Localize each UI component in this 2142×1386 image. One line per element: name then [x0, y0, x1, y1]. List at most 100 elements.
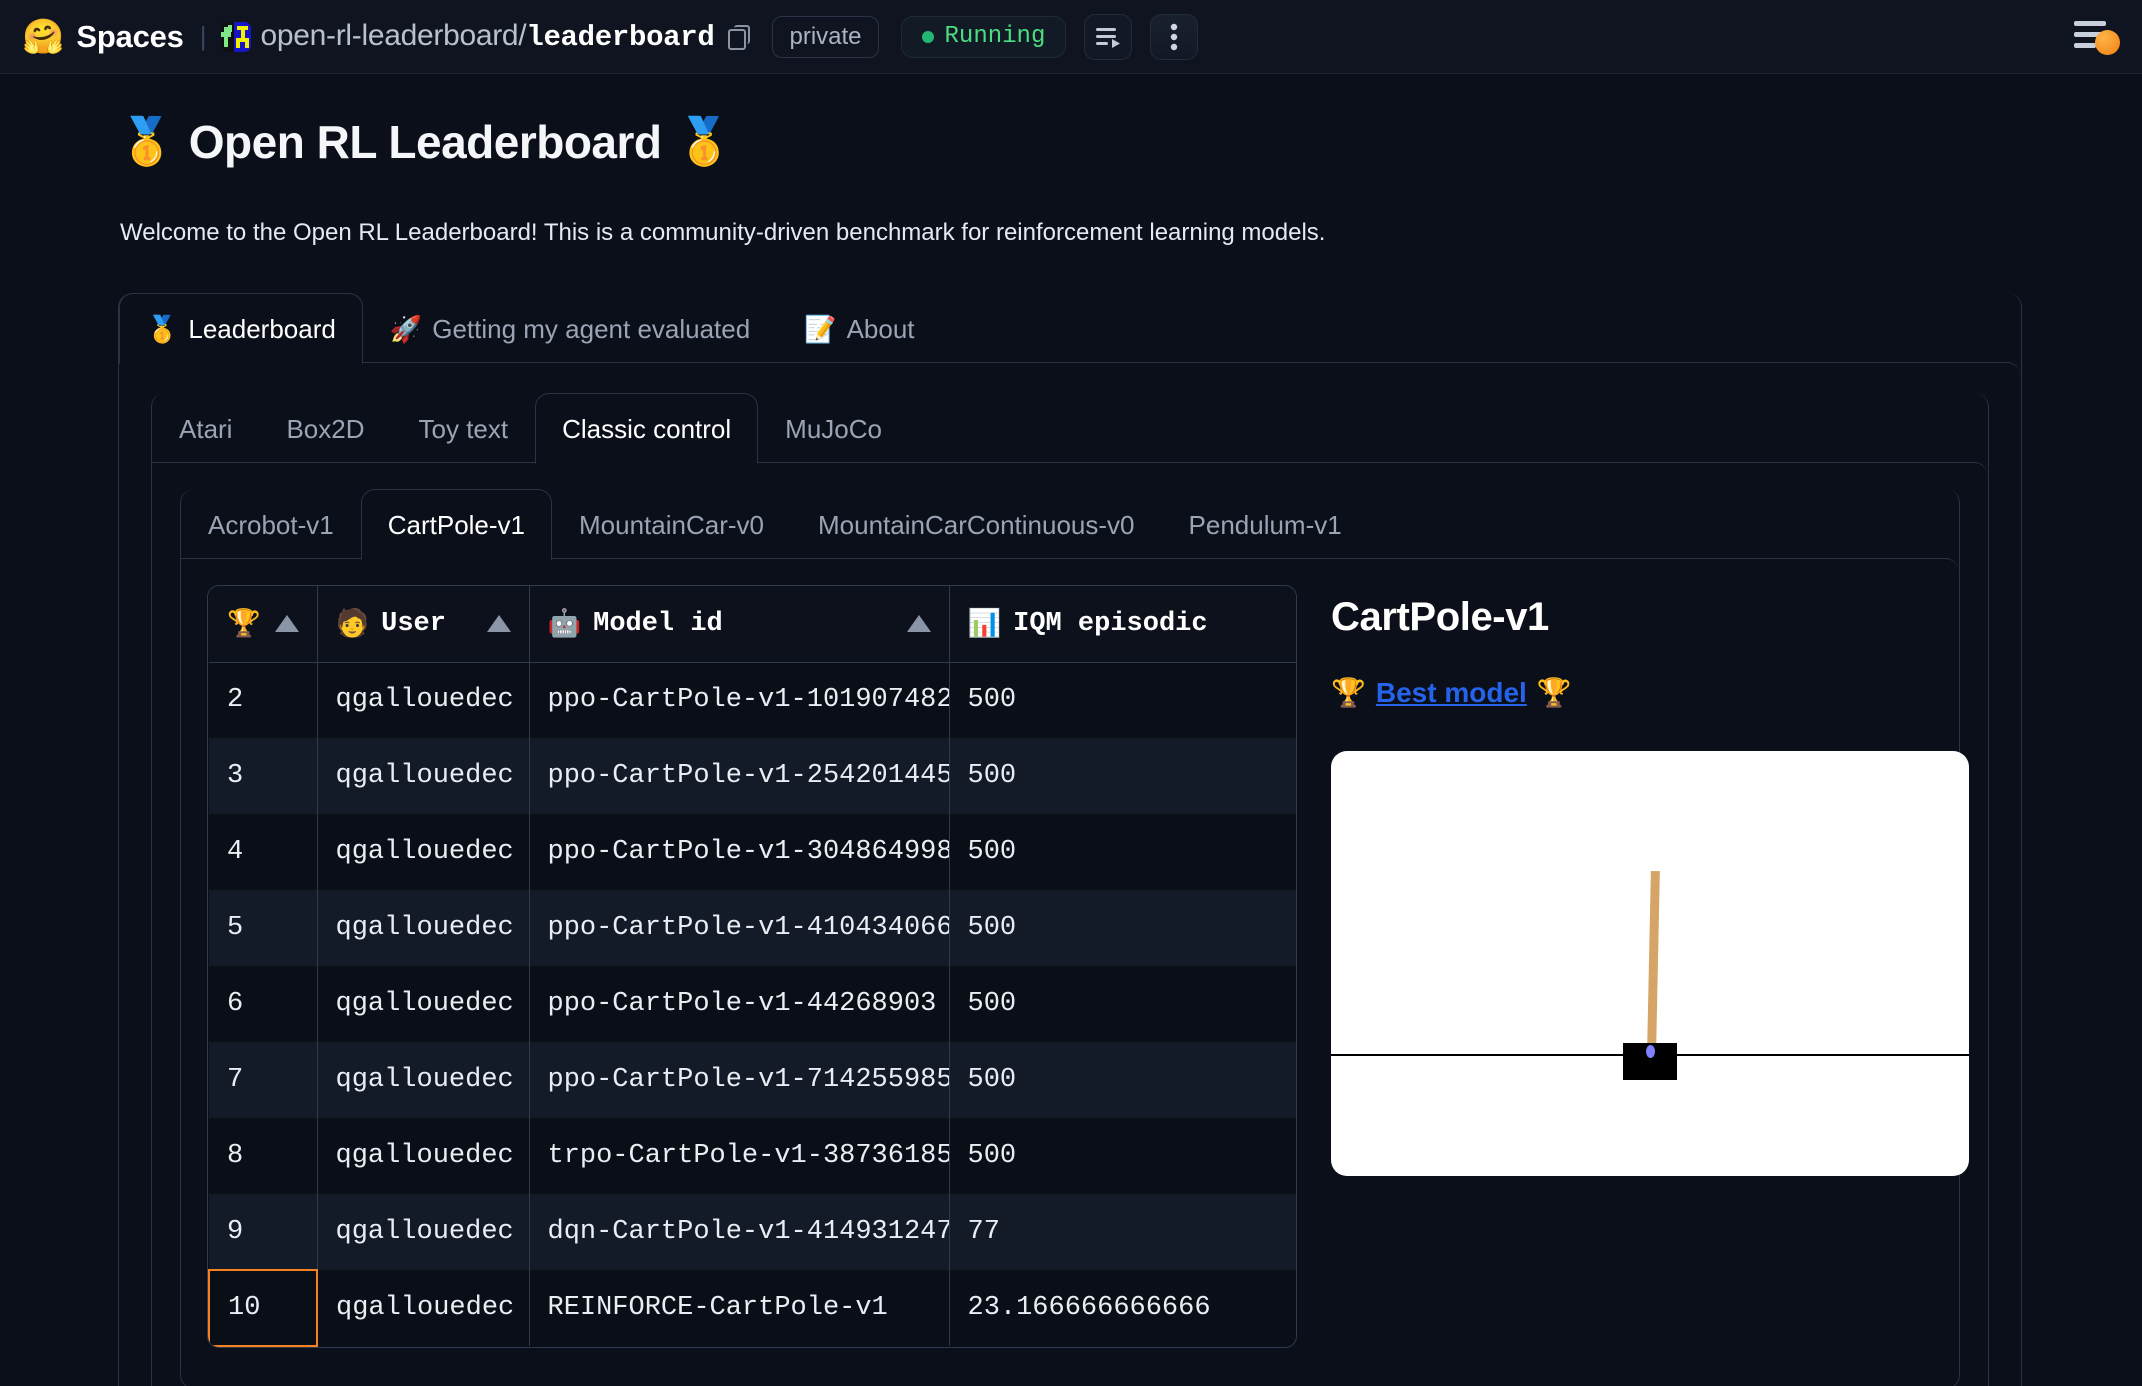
best-model-row: 🏆 Best model 🏆 [1331, 676, 1969, 709]
space-avatar [220, 21, 251, 52]
cell-rank[interactable]: 9 [209, 1194, 318, 1270]
table-row[interactable]: 4 qgallouedec ppo-CartPole-v1-3048649980… [209, 814, 1296, 890]
cell-user[interactable]: qgallouedec [317, 814, 530, 890]
cell-model-id[interactable]: ppo-CartPole-v1-2542014453 [529, 738, 950, 814]
more-options-button[interactable] [1150, 13, 1199, 60]
cell-model-id[interactable]: REINFORCE-CartPole-v1 [529, 1270, 950, 1346]
cell-rank[interactable]: 3 [209, 738, 318, 814]
cell-model-id[interactable]: ppo-CartPole-v1-714255985 [529, 1042, 950, 1118]
tab-label: Classic control [562, 414, 732, 444]
cell-iqm[interactable]: 500 [949, 1042, 1296, 1118]
tab-mountaincar-v0[interactable]: MountainCar-v0 [552, 489, 791, 559]
tab-classic-control[interactable]: Classic control [535, 393, 759, 464]
tab-acrobot-v1[interactable]: Acrobot-v1 [181, 489, 361, 559]
table-row[interactable]: 7 qgallouedec ppo-CartPole-v1-714255985 … [209, 1042, 1296, 1118]
tab-about[interactable]: 📝 About [777, 293, 941, 363]
cell-model-id[interactable]: ppo-CartPole-v1-1019074826 [529, 662, 950, 738]
visibility-label: private [789, 22, 862, 50]
cell-user[interactable]: qgallouedec [317, 1118, 530, 1194]
cell-iqm[interactable]: 500 [949, 814, 1296, 890]
cell-rank[interactable]: 7 [209, 1042, 318, 1118]
cell-iqm[interactable]: 500 [949, 662, 1296, 738]
tab-box2d[interactable]: Box2D [259, 393, 391, 463]
page-content: 🥇 Open RL Leaderboard 🥇 Welcome to the O… [0, 74, 2142, 1386]
table-row[interactable]: 8 qgallouedec trpo-CartPole-v1-387361855… [209, 1118, 1296, 1194]
trophy-icon: 🏆 [227, 610, 261, 641]
logs-button[interactable] [1084, 13, 1133, 60]
tab-leaderboard[interactable]: 🥇 Leaderboard [119, 293, 363, 364]
tab-label: MountainCarContinuous-v0 [818, 510, 1135, 540]
top-bar: 🤗 Spaces | open-rl-leaderboard/leaderboa… [0, 0, 2142, 74]
env-tab-bar: Acrobot-v1 CartPole-v1 MountainCar-v0 Mo… [181, 489, 1959, 560]
breadcrumb-owner[interactable]: open-rl-leaderboard [261, 19, 519, 52]
cell-rank[interactable]: 6 [209, 966, 318, 1042]
cell-rank[interactable]: 8 [209, 1118, 318, 1194]
cell-user[interactable]: qgallouedec [317, 890, 530, 966]
hamburger-line [2074, 42, 2096, 48]
cell-iqm[interactable]: 500 [949, 890, 1296, 966]
table-row[interactable]: 5 qgallouedec ppo-CartPole-v1-4104340667… [209, 890, 1296, 966]
suite-tab-panel: Acrobot-v1 CartPole-v1 MountainCar-v0 Mo… [152, 462, 1988, 1386]
table-row[interactable]: 10 qgallouedec REINFORCE-CartPole-v1 23.… [208, 1269, 1296, 1347]
table-row[interactable]: 6 qgallouedec ppo-CartPole-v1-44268903 5… [209, 966, 1296, 1042]
table-row[interactable]: 3 qgallouedec ppo-CartPole-v1-2542014453… [209, 738, 1296, 814]
status-badge: Running [900, 15, 1067, 58]
cell-model-id[interactable]: ppo-CartPole-v1-4104340667 [529, 890, 950, 966]
cell-rank[interactable]: 4 [209, 814, 318, 890]
sort-asc-icon[interactable] [486, 615, 511, 633]
cell-user[interactable]: qgallouedec [317, 662, 530, 738]
tab-toy-text[interactable]: Toy text [392, 393, 536, 463]
cell-rank[interactable]: 2 [209, 662, 318, 738]
column-header-user[interactable]: 🧑 User [317, 586, 530, 663]
tab-mountaincarcontinuous-v0[interactable]: MountainCarContinuous-v0 [791, 489, 1162, 559]
table-row[interactable]: 9 qgallouedec dqn-CartPole-v1-4149312473… [209, 1194, 1296, 1270]
cell-rank[interactable]: 5 [209, 890, 318, 966]
cell-iqm[interactable]: 500 [949, 1118, 1296, 1194]
cartpole-video[interactable] [1331, 751, 1969, 1176]
tab-label: Getting my agent evaluated [432, 314, 751, 344]
cell-model-id[interactable]: dqn-CartPole-v1-4149312473 [529, 1194, 950, 1270]
cell-iqm[interactable]: 77 [949, 1194, 1296, 1270]
notification-dot-icon [2095, 30, 2120, 55]
cell-model-id[interactable]: ppo-CartPole-v1-3048649980 [529, 814, 950, 890]
column-header-iqm[interactable]: 📊 IQM episodic [949, 586, 1296, 663]
cell-user[interactable]: qgallouedec [317, 966, 530, 1042]
sort-asc-icon[interactable] [906, 615, 931, 633]
tab-mujoco[interactable]: MuJoCo [758, 393, 909, 463]
trophy-icon: 🏆 [1536, 677, 1572, 708]
tab-getting-my-agent-evaluated[interactable]: 🚀 Getting my agent evaluated [363, 293, 777, 363]
person-icon: 🧑 [335, 610, 370, 641]
cell-user[interactable]: qgallouedec [317, 1042, 530, 1118]
tab-cartpole-v1[interactable]: CartPole-v1 [360, 489, 553, 560]
cell-iqm[interactable]: 500 [949, 738, 1296, 814]
medal-icon: 🥇 [675, 115, 733, 167]
column-header-label: Model id [593, 608, 723, 639]
table-header-row: 🏆 🧑 User 🤖 Model id 📊 IQM episodic [209, 586, 1296, 663]
tab-atari[interactable]: Atari [152, 393, 259, 463]
cell-model-id[interactable]: trpo-CartPole-v1-3873618553 [529, 1118, 950, 1194]
leaderboard-table-container[interactable]: 🏆 🧑 User 🤖 Model id 📊 IQM episodic 2 qga… [207, 585, 1297, 1348]
cell-user[interactable]: qgallouedec [317, 1270, 530, 1346]
tab-pendulum-v1[interactable]: Pendulum-v1 [1162, 489, 1369, 559]
bar-chart-icon: 📊 [967, 610, 1002, 641]
hugging-face-logo-icon[interactable]: 🤗 [22, 20, 64, 54]
table-row[interactable]: 2 qgallouedec ppo-CartPole-v1-1019074826… [209, 662, 1296, 738]
cell-user[interactable]: qgallouedec [317, 1194, 530, 1270]
cell-rank-selected[interactable]: 10 [208, 1269, 318, 1347]
suite-card: Atari Box2D Toy text Classic control MuJ… [151, 393, 1989, 1386]
env-title: CartPole-v1 [1331, 595, 1549, 639]
breadcrumb: open-rl-leaderboard/leaderboard [261, 19, 715, 54]
spaces-link[interactable]: Spaces [76, 19, 184, 55]
copy-icon[interactable] [728, 24, 751, 50]
cell-iqm[interactable]: 500 [949, 966, 1296, 1042]
breadcrumb-repo[interactable]: leaderboard [526, 21, 714, 54]
cell-model-id[interactable]: ppo-CartPole-v1-44268903 [529, 966, 950, 1042]
cell-user[interactable]: qgallouedec [317, 738, 530, 814]
best-model-link[interactable]: Best model [1376, 677, 1527, 709]
column-header-label: IQM episodic [1013, 608, 1208, 639]
column-header-rank[interactable]: 🏆 [209, 586, 318, 663]
column-header-model-id[interactable]: 🤖 Model id [529, 586, 950, 663]
leaderboard-table: 🏆 🧑 User 🤖 Model id 📊 IQM episodic 2 qga… [208, 586, 1296, 1347]
sort-asc-icon[interactable] [274, 615, 299, 633]
cell-iqm[interactable]: 23.166666666666 [949, 1270, 1296, 1346]
